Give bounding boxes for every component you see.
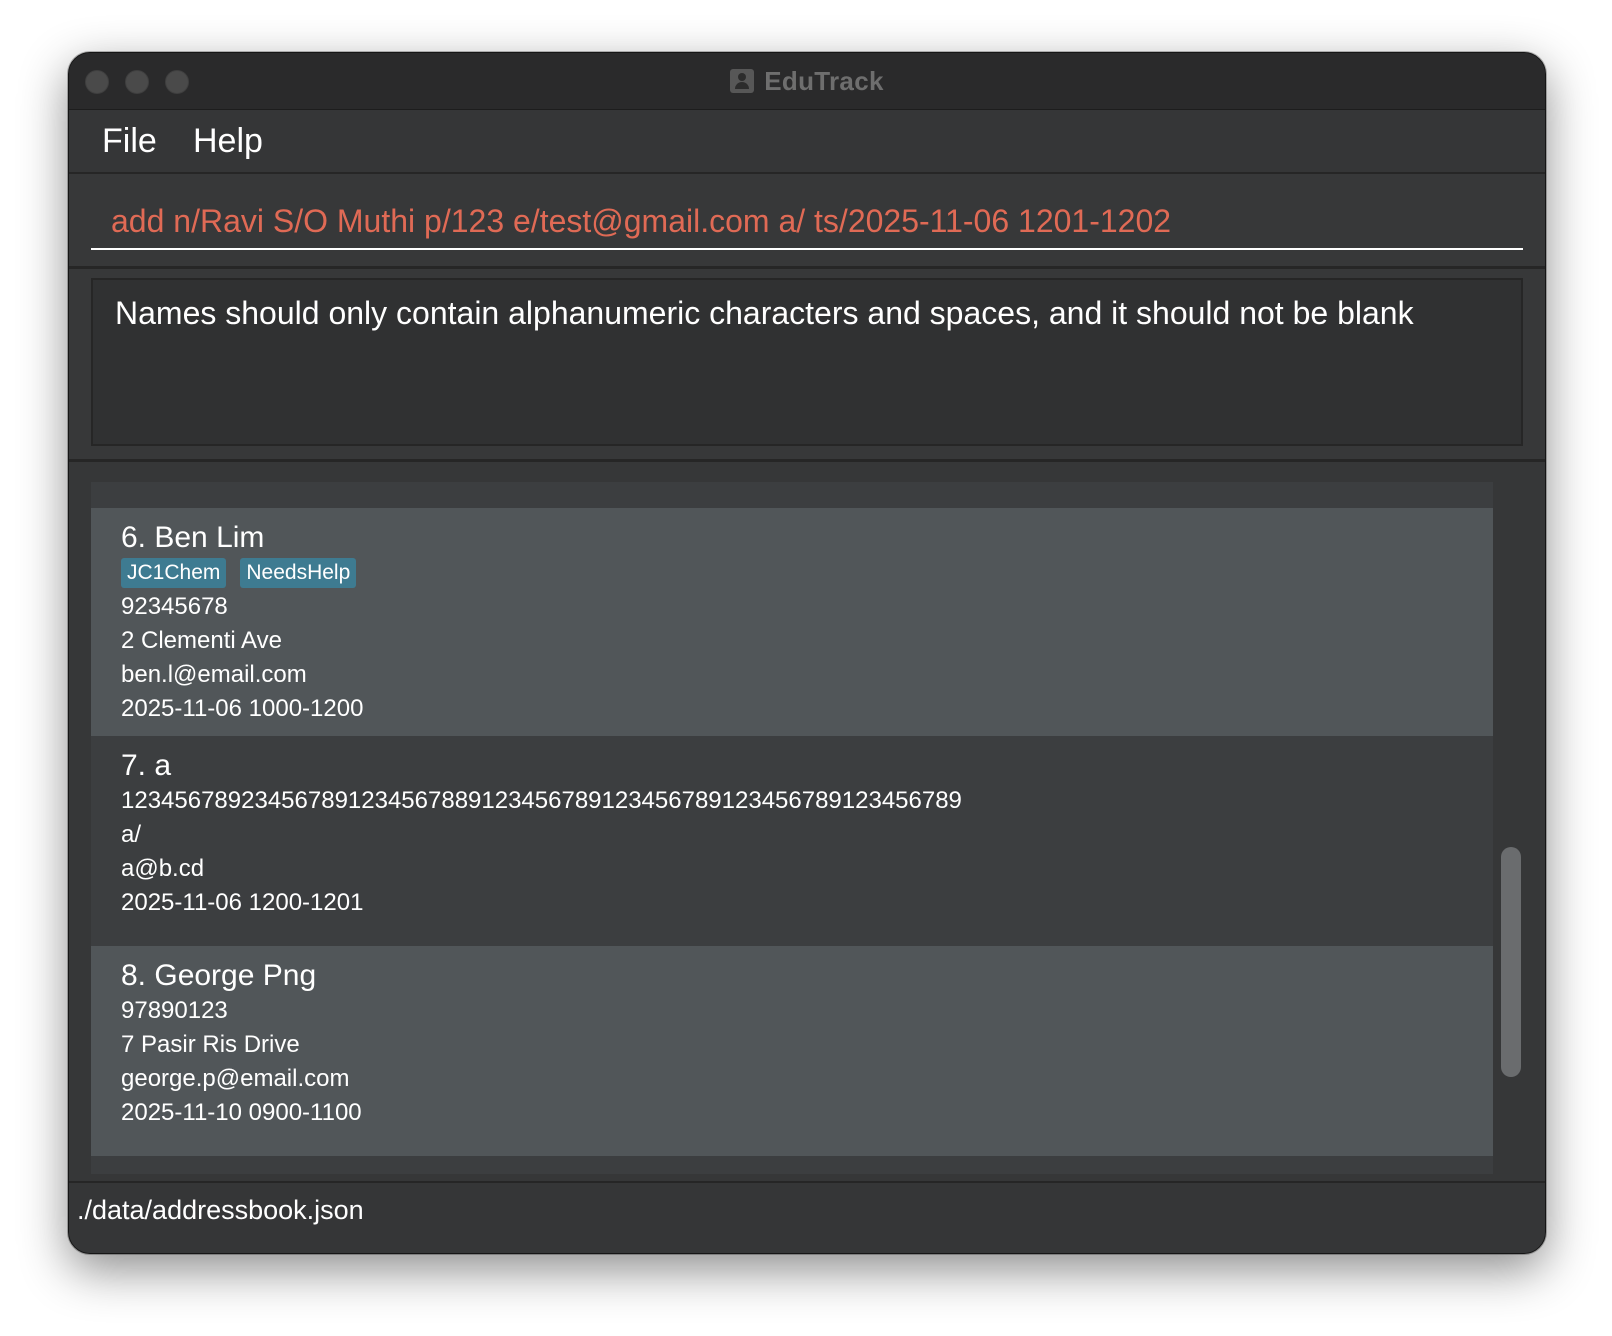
- person-name: 6. Ben Lim: [121, 521, 265, 554]
- person-address: 7 Pasir Ris Drive: [121, 1031, 300, 1058]
- save-file-path: ./data/addressbook.json: [77, 1195, 364, 1225]
- person-card[interactable]: 8. George Png 97890123 7 Pasir Ris Drive…: [91, 946, 1493, 1156]
- menu-bar: File Help: [69, 110, 1545, 174]
- tag-list: JC1Chem NeedsHelp: [121, 558, 1493, 588]
- person-phone: 92345678: [121, 593, 228, 620]
- person-email: a@b.cd: [121, 855, 205, 882]
- command-box: [69, 174, 1545, 269]
- person-list-panel: 6. Ben Lim JC1Chem NeedsHelp 92345678 2 …: [69, 462, 1545, 1182]
- person-card[interactable]: 6. Ben Lim JC1Chem NeedsHelp 92345678 2 …: [91, 508, 1493, 736]
- menu-help[interactable]: Help: [193, 110, 263, 172]
- contact-book-icon: [730, 69, 755, 93]
- result-box: Names should only contain alphanumeric c…: [69, 269, 1545, 462]
- person-name: 7. a: [121, 749, 172, 782]
- title-bar[interactable]: EduTrack: [69, 53, 1545, 110]
- person-address: a/: [121, 821, 142, 848]
- tag: NeedsHelp: [240, 558, 357, 588]
- app-window: EduTrack File Help Names should only con…: [68, 52, 1546, 1254]
- person-list[interactable]: 6. Ben Lim JC1Chem NeedsHelp 92345678 2 …: [91, 482, 1493, 1174]
- person-timeslot: 2025-11-06 1000-1200: [121, 695, 364, 722]
- title-group: EduTrack: [69, 53, 1545, 109]
- command-input[interactable]: [91, 194, 1523, 250]
- person-email: george.p@email.com: [121, 1065, 350, 1092]
- person-email: ben.l@email.com: [121, 661, 307, 688]
- tag: JC1Chem: [121, 558, 227, 588]
- result-display: Names should only contain alphanumeric c…: [91, 278, 1523, 446]
- status-bar: ./data/addressbook.json: [69, 1181, 1545, 1253]
- person-timeslot: 2025-11-06 1200-1201: [121, 889, 364, 916]
- person-phone: 97890123: [121, 997, 228, 1024]
- menu-file[interactable]: File: [102, 110, 157, 172]
- person-name: 8. George Png: [121, 959, 317, 992]
- person-address: 2 Clementi Ave: [121, 627, 282, 654]
- person-phone: 1234567892345678912345678891234567891234…: [121, 787, 962, 814]
- person-card[interactable]: 7. a 12345678923456789123456788912345678…: [91, 736, 1493, 946]
- list-scrollbar-thumb[interactable]: [1501, 847, 1521, 1077]
- window-title: EduTrack: [764, 65, 884, 96]
- person-timeslot: 2025-11-10 0900-1100: [121, 1099, 362, 1126]
